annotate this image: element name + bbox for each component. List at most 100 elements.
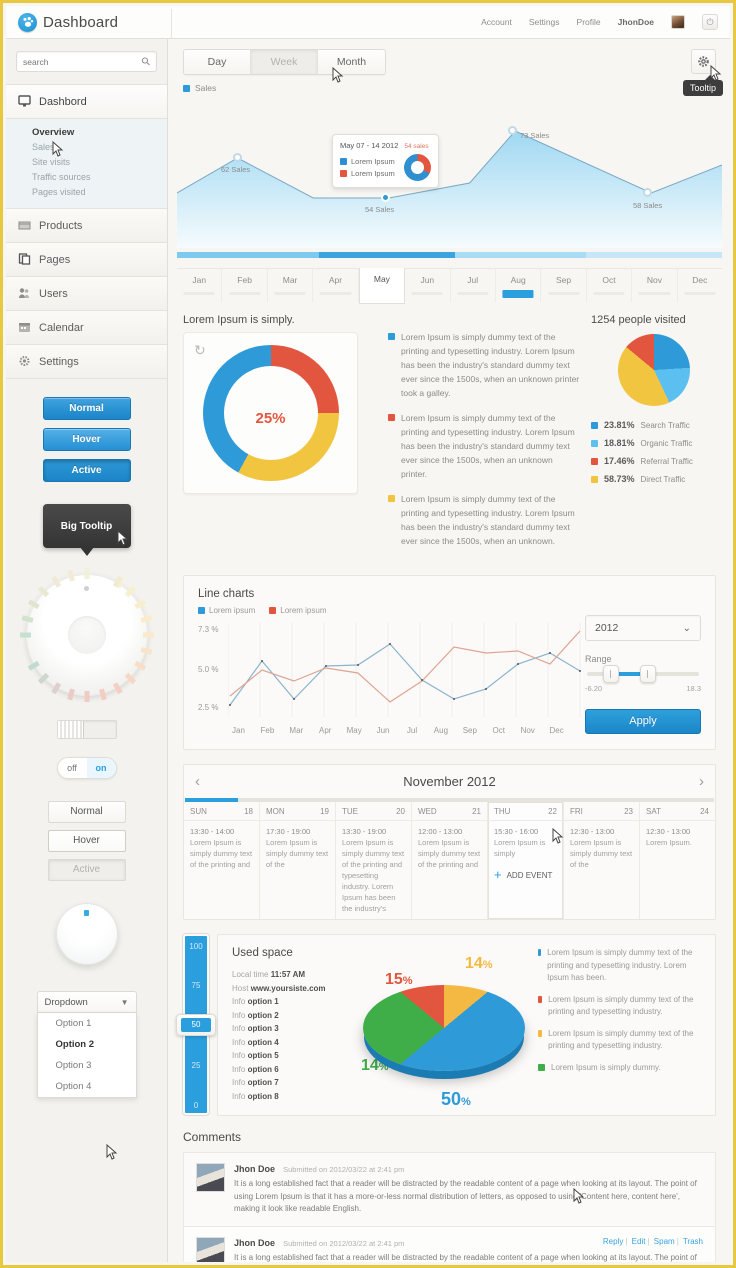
apply-button[interactable]: Apply [585,709,701,734]
calendar-event[interactable]: 17:30 - 19:00 Lorem Ipsum is simply dummy… [260,821,335,875]
calendar-event[interactable]: 15:30 - 16:00 Lorem Ipsum is simply [488,821,563,864]
gray-normal-button[interactable]: Normal [47,801,126,823]
vertical-slider[interactable]: 100 75 25 0 50 [176,934,216,1115]
range-segment-2[interactable] [318,252,455,258]
dropdown-option-2[interactable]: Option 2 [38,1034,136,1055]
calendar-day-thu[interactable]: THU 22 15:30 - 16:00 Lorem Ipsum is simply… [488,802,564,919]
nav-profile[interactable]: Profile [577,17,601,27]
on-off-toggle[interactable]: off on [56,757,117,779]
info-value: option 3 [247,1024,279,1033]
sidebar-widgets: Normal Hover Active Big Tooltip off on N… [6,379,167,1098]
gray-active-button[interactable]: Active [47,859,126,881]
info-row: Info option 7 [232,1076,357,1090]
calendar-day-wed[interactable]: WED 21 12:00 - 13:00 Lorem Ipsum is simply… [412,802,488,919]
settings-gear-button[interactable]: Tooltip [683,49,724,96]
calendar-day-fri[interactable]: FRI 23 12:30 - 13:00 Lorem Ipsum is simply… [564,802,640,919]
data-point[interactable] [233,153,242,162]
info-value: option 5 [247,1051,279,1060]
range-segment-4[interactable] [585,252,722,258]
calendar-day-sat[interactable]: SAT 24 12:30 - 13:00 Lorem Ipsum. [640,802,715,919]
hover-button[interactable]: Hover [42,428,131,451]
gray-hover-button[interactable]: Hover [47,830,126,852]
tab-week[interactable]: Week [251,50,318,74]
month-sep[interactable]: Sep [541,269,587,302]
calendar-day-mon[interactable]: MON 19 17:30 - 19:00 Lorem Ipsum is simply… [260,802,336,919]
paw-logo-icon [18,12,37,32]
sidebar-item-pages-visited[interactable]: Pages visited [32,185,167,200]
month-oct[interactable]: Oct [587,269,633,302]
calendar-day-sun[interactable]: SUN 18 13:30 - 14:00 Lorem Ipsum is simply… [184,802,260,919]
calendar-day-tue[interactable]: TUE 20 13:30 - 19:00 Lorem Ipsum is simply… [336,802,412,919]
dropdown-option-3[interactable]: Option 3 [38,1055,136,1076]
month-nov[interactable]: Nov [632,269,678,302]
data-point[interactable] [643,188,652,197]
add-event-button[interactable]: + ADD EVENT [488,864,563,881]
small-knob[interactable] [55,903,118,965]
sidebar-item-overview[interactable]: Overview [32,125,167,140]
calendar-event[interactable]: 13:30 - 14:00 Lorem Ipsum is simply dummy… [184,821,259,875]
tab-month[interactable]: Month [318,50,385,74]
refresh-icon[interactable]: ↻ [194,342,206,359]
action-trash[interactable]: Trash [683,1237,703,1246]
toggle-on-label[interactable]: on [86,758,116,778]
sidebar-item-site-visits[interactable]: Site visits [32,155,167,170]
month-jan[interactable]: Jan [177,269,223,302]
nav-settings[interactable]: Settings [529,17,560,27]
dropdown-option-1[interactable]: Option 1 [38,1013,136,1034]
data-point[interactable] [508,126,517,135]
action-edit[interactable]: Edit [632,1237,646,1246]
range-segment-1[interactable] [177,252,319,258]
sidebar-item-users[interactable]: Users [6,277,167,311]
month-may-selected[interactable]: May [358,268,406,304]
range-slider-handle-max[interactable] [639,665,656,683]
action-spam[interactable]: Spam [654,1237,675,1246]
nav-account[interactable]: Account [481,17,512,27]
flat-toggle-knob[interactable] [57,721,84,738]
range-segment-3[interactable] [454,252,586,258]
dropdown-toggle[interactable]: Dropdown ▼ [36,991,137,1013]
normal-button[interactable]: Normal [42,397,131,420]
month-feb[interactable]: Feb [222,269,268,302]
tooltip-legend-item: Lorem Ipsum [340,168,404,180]
data-point-active[interactable] [381,193,390,202]
chevron-right-icon[interactable]: › [699,773,704,790]
power-icon[interactable]: ⏻ [702,14,718,30]
sidebar-item-calendar[interactable]: Calendar [6,311,167,345]
action-reply[interactable]: Reply [603,1237,623,1246]
range-slider[interactable] [587,665,699,683]
vertical-slider-handle[interactable]: 50 [176,1013,216,1036]
username-label[interactable]: JhonDoe [618,17,654,27]
search-box[interactable]: ⚲ [16,51,157,72]
sales-range-bar[interactable] [177,252,722,258]
sidebar-item-traffic-sources[interactable]: Traffic sources [32,170,167,185]
range-slider-handle-min[interactable] [602,665,619,683]
dial-knob[interactable] [19,568,154,702]
pie-label-yellow: 14% [465,955,493,973]
calendar-header: ‹ November 2012 › [184,765,715,798]
dropdown-option-4[interactable]: Option 4 [38,1076,136,1097]
calendar-event[interactable]: 12:30 - 13:00 Lorem Ipsum is simply dummy… [564,821,639,875]
toggle-off-label[interactable]: off [58,763,87,773]
sidebar-item-pages[interactable]: Pages [6,243,167,277]
sidebar-item-products[interactable]: Products [6,209,167,243]
dow-label: SUN [190,807,207,816]
month-apr[interactable]: Apr [313,269,359,302]
calendar-event[interactable]: 13:30 - 19:00 Lorem Ipsum is simply dummy… [336,821,411,919]
calendar-event[interactable]: 12:30 - 13:00 Lorem Ipsum. [640,821,715,853]
sidebar-item-dashboard[interactable]: Dashbord [6,85,167,119]
month-dec[interactable]: Dec [678,269,722,302]
logo[interactable]: Dashboard [6,12,166,32]
month-mar[interactable]: Mar [268,269,314,302]
search-input[interactable] [23,56,142,67]
sidebar-item-settings[interactable]: Settings [6,345,167,379]
calendar-event[interactable]: 12:00 - 13:00 Lorem Ipsum is simply dummy… [412,821,487,875]
year-select[interactable]: 2012 ⌄ [585,615,701,641]
month-jun[interactable]: Jun [405,269,451,302]
month-aug-highlight[interactable]: Aug [496,269,542,302]
flat-toggle[interactable] [56,720,117,739]
active-button[interactable]: Active [42,459,131,482]
tab-day[interactable]: Day [184,50,251,74]
avatar[interactable] [671,15,685,29]
sidebar-item-sales[interactable]: Sales [32,140,167,155]
month-jul[interactable]: Jul [451,269,496,302]
